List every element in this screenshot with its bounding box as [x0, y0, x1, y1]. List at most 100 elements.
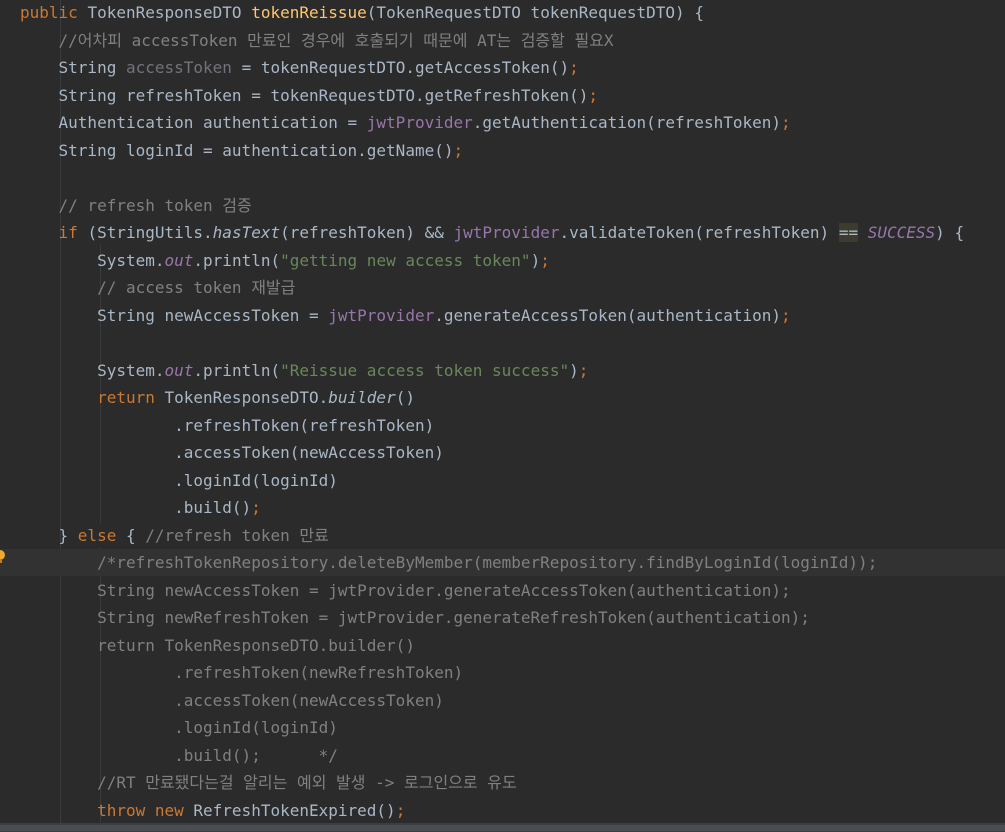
- code-line[interactable]: // refresh token 검증: [0, 192, 1005, 219]
- code-line[interactable]: return TokenResponseDTO.builder(): [0, 632, 1005, 659]
- code-token: String newAccessToken =: [20, 305, 329, 325]
- code-token: ;: [569, 58, 579, 77]
- code-line[interactable]: Authentication authentication = jwtProvi…: [0, 109, 1005, 136]
- code-token: Authentication authentication =: [20, 113, 367, 132]
- lightbulb-icon[interactable]: [0, 549, 6, 565]
- code-token: ;: [781, 305, 791, 325]
- code-token: }: [20, 525, 78, 545]
- scrollbar-thumb[interactable]: [0, 825, 1005, 831]
- code-line[interactable]: .loginId(loginId): [0, 714, 1005, 741]
- code-token: .validateToken(refreshToken): [559, 223, 839, 242]
- code-line[interactable]: String accessToken = tokenRequestDTO.get…: [0, 54, 1005, 81]
- code-token: //refresh token 만료: [145, 525, 329, 545]
- code-token: hasText: [212, 223, 281, 242]
- code-line[interactable]: if (StringUtils.hasText(refreshToken) &&…: [0, 219, 1005, 246]
- code-token: // refresh token 검증: [20, 195, 252, 215]
- code-token: System.: [20, 250, 165, 270]
- code-token: ;: [251, 498, 261, 517]
- code-token: jwtProvider: [328, 305, 435, 325]
- code-token: ): [530, 250, 541, 270]
- code-token: TokenResponseDTO: [87, 3, 252, 22]
- code-token: (TokenRequestDTO tokenRequestDTO) {: [366, 3, 704, 22]
- code-token: RefreshTokenExpired(): [193, 800, 396, 820]
- code-line[interactable]: String refreshToken = tokenRequestDTO.ge…: [0, 82, 1005, 109]
- code-token: ) {: [935, 223, 965, 242]
- code-line[interactable]: return TokenResponseDTO.builder(): [0, 384, 1005, 411]
- code-token: (StringUtils.: [87, 223, 213, 242]
- code-token: //어차피 accessToken 만료인 경우에 호출되기 때문에 AT는 검…: [20, 30, 614, 50]
- code-line[interactable]: .build();: [0, 494, 1005, 521]
- code-line[interactable]: /*refreshTokenRepository.deleteByMember(…: [0, 549, 1005, 576]
- code-token: .getAuthentication(refreshToken): [472, 113, 781, 132]
- code-token: jwtProvider: [366, 113, 473, 132]
- code-line[interactable]: // access token 재발급: [0, 274, 1005, 301]
- code-token: String newRefreshToken = jwtProvider.gen…: [20, 608, 810, 627]
- code-token: TokenResponseDTO.: [164, 388, 329, 407]
- code-token: .accessToken(newAccessToken): [20, 443, 444, 462]
- code-token: ;: [578, 360, 589, 380]
- code-token: String refreshToken = tokenRequestDTO.ge…: [20, 85, 589, 105]
- code-token: ;: [588, 85, 598, 105]
- code-token: .generateAccessToken(authentication): [434, 305, 781, 325]
- code-line[interactable]: throw new RefreshTokenExpired();: [0, 797, 1005, 824]
- code-token: //RT 만료됐다는걸 알리는 예외 발생 -> 로그인으로 유도: [20, 773, 517, 792]
- code-token: .build(): [20, 498, 252, 517]
- code-line[interactable]: String newAccessToken = jwtProvider.gene…: [0, 302, 1005, 329]
- code-line[interactable]: .accessToken(newAccessToken): [0, 687, 1005, 714]
- code-token: ;: [540, 250, 550, 270]
- code-token: .println(: [193, 360, 281, 380]
- horizontal-scrollbar[interactable]: [0, 823, 1005, 832]
- code-line[interactable]: } else { //refresh token 만료: [0, 522, 1005, 549]
- code-token: tokenReissue: [251, 3, 367, 22]
- code-token: // access token 재발급: [20, 278, 296, 297]
- code-token: jwtProvider: [453, 223, 560, 242]
- code-token: public: [20, 3, 88, 22]
- code-line[interactable]: //RT 만료됐다는걸 알리는 예외 발생 -> 로그인으로 유도: [0, 769, 1005, 796]
- code-token: else: [77, 525, 126, 545]
- code-line[interactable]: .loginId(loginId): [0, 467, 1005, 494]
- code-token: String loginId = authentication.getName(…: [20, 140, 454, 160]
- code-token: return: [97, 388, 165, 407]
- code-token: .println(: [193, 250, 281, 270]
- code-line[interactable]: String loginId = authentication.getName(…: [0, 137, 1005, 164]
- code-editor[interactable]: public TokenResponseDTO tokenReissue(Tok…: [0, 0, 1005, 832]
- code-token: /*refreshTokenRepository.deleteByMember(…: [20, 553, 878, 572]
- code-token: SUCCESS: [867, 223, 936, 242]
- code-line[interactable]: System.out.println("getting new access t…: [0, 247, 1005, 274]
- code-token: "Reissue access token success": [280, 360, 570, 380]
- code-token: ;: [395, 800, 406, 820]
- code-token: {: [125, 525, 146, 545]
- code-token: System.: [20, 360, 165, 380]
- code-line[interactable]: String newRefreshToken = jwtProvider.gen…: [0, 604, 1005, 631]
- code-line[interactable]: .build(); */: [0, 742, 1005, 769]
- code-token: if: [58, 223, 88, 242]
- code-token: (): [395, 388, 415, 407]
- code-line[interactable]: System.out.println("Reissue access token…: [0, 357, 1005, 384]
- code-line[interactable]: .refreshToken(refreshToken): [0, 412, 1005, 439]
- code-line[interactable]: .refreshToken(newRefreshToken): [0, 659, 1005, 686]
- code-token: String newAccessToken = jwtProvider.gene…: [20, 580, 791, 600]
- code-token: accessToken: [125, 58, 232, 77]
- code-token: ): [569, 360, 579, 380]
- code-token: ==: [838, 223, 859, 242]
- code-token: = tokenRequestDTO.getAccessToken(): [231, 58, 570, 77]
- code-line[interactable]: [0, 329, 1005, 356]
- code-token: ;: [781, 113, 791, 132]
- code-line[interactable]: public TokenResponseDTO tokenReissue(Tok…: [0, 0, 1005, 26]
- code-line[interactable]: [0, 164, 1005, 191]
- code-token: throw new: [97, 800, 194, 820]
- code-token: String: [20, 58, 126, 77]
- code-token: .loginId(loginId): [20, 470, 338, 490]
- code-token: out: [164, 360, 194, 380]
- code-line[interactable]: //어차피 accessToken 만료인 경우에 호출되기 때문에 AT는 검…: [0, 27, 1005, 54]
- code-token: (refreshToken) &&: [280, 223, 454, 242]
- code-line[interactable]: String newAccessToken = jwtProvider.gene…: [0, 577, 1005, 604]
- code-token: return TokenResponseDTO.builder(): [20, 635, 415, 655]
- code-line[interactable]: .accessToken(newAccessToken): [0, 439, 1005, 466]
- code-token: .refreshToken(newRefreshToken): [20, 663, 464, 682]
- code-token: .build(); */: [20, 745, 338, 765]
